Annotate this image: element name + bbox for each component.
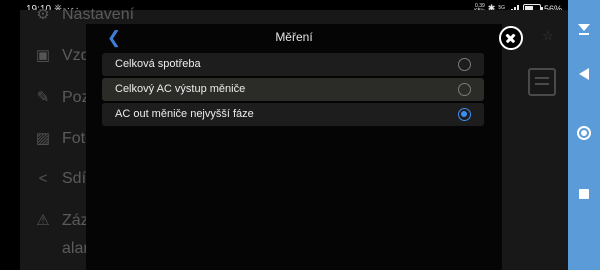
photo-icon: ▨ — [35, 130, 51, 147]
bg-item-label: Záz — [62, 212, 89, 229]
radio-button[interactable] — [458, 83, 471, 96]
save-icon: ▣ — [35, 47, 51, 64]
edit-icon: ✎ — [36, 89, 50, 106]
bg-item-photo: ▨ Foto — [34, 130, 94, 148]
bg-item-settings: ⚙ Nastavení — [34, 6, 134, 24]
bg-item-label: Nastavení — [62, 6, 135, 23]
android-nav-bar — [568, 0, 600, 270]
dialog-title: Měření — [275, 30, 313, 44]
home-icon[interactable] — [577, 126, 591, 140]
radio-button[interactable] — [458, 58, 471, 71]
option-label: AC out měniče nejvyšší fáze — [115, 108, 254, 120]
hide-nav-icon[interactable] — [576, 22, 592, 38]
option-label: Celkový AC výstup měniče — [115, 83, 246, 95]
bg-item-edit: ✎ Poz — [34, 89, 90, 107]
close-icon[interactable] — [499, 26, 523, 50]
option-total-consumption[interactable]: Celková spotřeba — [102, 53, 484, 76]
list-icon — [528, 68, 556, 96]
alarm-icon: ⚠ — [36, 212, 50, 229]
settings-icon: ⚙ — [36, 6, 50, 23]
recent-apps-icon[interactable] — [579, 189, 589, 199]
radio-button-selected[interactable] — [458, 108, 471, 121]
bg-item-alarm: ⚠ Záz alar — [34, 207, 89, 263]
option-label: Celková spotřeba — [115, 58, 201, 70]
measurement-dialog: ❮ Měření Celková spotřeba Celkový AC výs… — [86, 24, 502, 270]
star-icon: ☆ — [542, 28, 554, 43]
share-icon: < — [38, 170, 48, 187]
bg-item-share: < Sdíl — [34, 170, 90, 188]
option-ac-out-highest-phase[interactable]: AC out měniče nejvyšší fáze — [102, 103, 484, 126]
option-total-ac-output[interactable]: Celkový AC výstup měniče — [102, 78, 484, 101]
bg-item-label: alar — [62, 240, 89, 257]
bg-item-save: ▣ Vzd — [34, 47, 90, 65]
back-icon[interactable] — [576, 66, 592, 82]
